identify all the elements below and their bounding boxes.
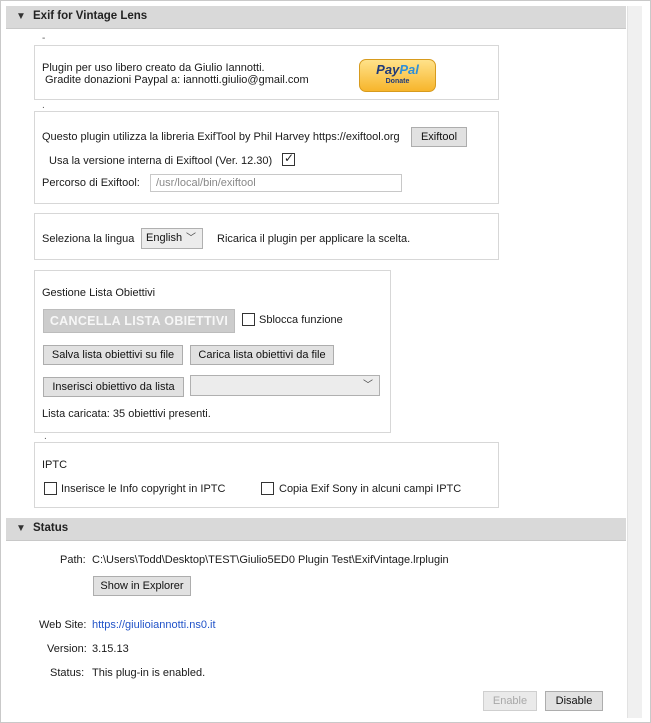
exiftool-path-input[interactable]: /usr/local/bin/exiftool xyxy=(150,174,402,192)
language-selected-value: English xyxy=(146,232,183,244)
info-line-1: Plugin per uso libero creato da Giulio I… xyxy=(42,62,265,74)
website-link[interactable]: https://giulioiannotti.ns0.it xyxy=(92,619,216,631)
exiftool-path-label: Percorso di Exiftool: xyxy=(42,177,140,189)
iptc-panel xyxy=(34,442,499,508)
exiftool-description: Questo plugin utilizza la libreria ExifT… xyxy=(42,131,400,143)
status-label: Status: xyxy=(50,667,85,679)
path-value: C:\Users\Todd\Desktop\TEST\Giulio5ED0 Pl… xyxy=(92,554,449,566)
separator-dash: - xyxy=(42,33,46,44)
chevron-down-icon: ﹀ xyxy=(363,380,373,391)
clear-lens-list-button[interactable]: CANCELLA LISTA OBIETTIVI xyxy=(43,309,235,333)
load-lens-list-button[interactable]: Carica lista obiettivi da file xyxy=(190,345,334,365)
vertical-scrollbar[interactable] xyxy=(627,6,642,718)
disable-button[interactable]: Disable xyxy=(545,691,603,711)
triangle-down-icon[interactable]: ▼ xyxy=(16,11,26,22)
exif-section-header[interactable]: ▼ Exif for Vintage Lens xyxy=(6,6,626,29)
unlock-function-label: Sblocca funzione xyxy=(259,314,343,326)
iptc-copyright-label: Inserisce le Info copyright in IPTC xyxy=(61,483,226,495)
iptc-sony-checkbox[interactable] xyxy=(261,482,274,495)
paypal-logo-part-2: Pal xyxy=(399,62,419,77)
path-label: Path: xyxy=(60,554,86,566)
language-label: Seleziona la lingua xyxy=(42,233,135,245)
status-value: This plug-in is enabled. xyxy=(92,667,206,679)
checkmark-icon: ✓ xyxy=(284,151,295,165)
show-in-explorer-button[interactable]: Show in Explorer xyxy=(93,576,191,596)
separator-dot: . xyxy=(44,431,47,442)
insert-lens-button[interactable]: Inserisci obiettivo da lista xyxy=(43,377,184,397)
status-section-header[interactable]: ▼ Status xyxy=(6,518,626,541)
iptc-copyright-checkbox[interactable] xyxy=(44,482,57,495)
exiftool-button[interactable]: Exiftool xyxy=(411,127,467,147)
website-label: Web Site: xyxy=(39,619,87,631)
iptc-sony-label: Copia Exif Sony in alcuni campi IPTC xyxy=(279,483,462,495)
internal-exiftool-label: Usa la versione interna di Exiftool (Ver… xyxy=(49,155,273,167)
paypal-logo-part-1: Pay xyxy=(376,62,400,77)
lens-list-title: Gestione Lista Obiettivi xyxy=(42,287,156,299)
version-value: 3.15.13 xyxy=(92,643,129,655)
exif-section-title: Exif for Vintage Lens xyxy=(33,10,148,22)
language-select[interactable]: English ﹀ xyxy=(141,228,203,249)
paypal-donate-button[interactable]: PayPal Donate xyxy=(359,59,436,92)
paypal-donate-label: Donate xyxy=(385,78,410,85)
version-label: Version: xyxy=(47,643,87,655)
lens-list-status: Lista caricata: 35 obiettivi presenti. xyxy=(42,408,211,420)
status-section-title: Status xyxy=(33,522,69,534)
language-reload-note: Ricarica il plugin per applicare la scel… xyxy=(217,233,411,245)
unlock-function-checkbox[interactable] xyxy=(242,313,255,326)
info-line-2: Gradite donazioni Paypal a: iannotti.giu… xyxy=(45,74,309,86)
lens-dropdown[interactable]: ﹀ xyxy=(190,375,380,396)
chevron-down-icon: ﹀ xyxy=(186,233,196,244)
iptc-title: IPTC xyxy=(42,459,68,471)
save-lens-list-button[interactable]: Salva lista obiettivi su file xyxy=(43,345,183,365)
triangle-down-icon[interactable]: ▼ xyxy=(16,523,26,534)
enable-button[interactable]: Enable xyxy=(483,691,537,711)
separator-dot: . xyxy=(42,100,45,111)
internal-exiftool-checkbox[interactable]: ✓ xyxy=(282,151,295,166)
